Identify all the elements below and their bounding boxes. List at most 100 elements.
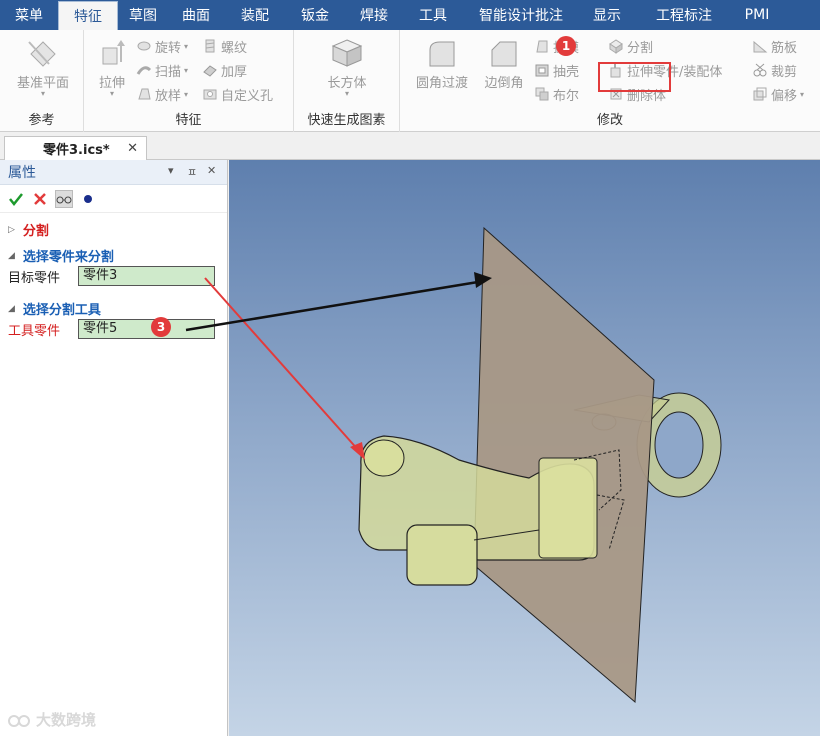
menu-sketch[interactable]: 草图 bbox=[118, 0, 168, 30]
datum-plane-button[interactable]: 基准平面 ▾ bbox=[12, 38, 74, 98]
tool-part-label: 工具零件 bbox=[8, 323, 61, 339]
chevron-down-icon: ▾ bbox=[184, 41, 189, 51]
menu-tools[interactable]: 工具 bbox=[404, 0, 462, 30]
fillet-icon bbox=[429, 41, 455, 67]
menu-assembly[interactable]: 装配 bbox=[224, 0, 286, 30]
fillet-label: 圆角过渡 bbox=[415, 76, 468, 91]
section-select-tool[interactable]: ◢ 选择分割工具 bbox=[8, 299, 101, 318]
tool-part-field[interactable]: 零件5 bbox=[78, 319, 215, 339]
chevron-down-icon: ▾ bbox=[40, 89, 45, 98]
menu-smart-annotation[interactable]: 智能设计批注 bbox=[462, 0, 580, 30]
datum-plane-icon bbox=[28, 41, 56, 67]
trim-icon bbox=[753, 63, 767, 77]
menu-surface[interactable]: 曲面 bbox=[168, 0, 224, 30]
tool-part-row: 工具零件 零件5 bbox=[8, 319, 218, 339]
sweep-icon bbox=[136, 66, 152, 75]
menu-display[interactable]: 显示 bbox=[580, 0, 634, 30]
annotation-badge-3: 3 bbox=[151, 317, 171, 337]
menu-pmi[interactable]: PMI bbox=[734, 0, 780, 30]
trim-button[interactable]: 裁剪 bbox=[752, 60, 797, 80]
model-scene bbox=[358, 226, 722, 704]
section-split[interactable]: ▷ 分割 bbox=[8, 220, 49, 239]
pin-icon[interactable]: ㅍ bbox=[187, 164, 197, 180]
collapse-arrow-icon: ◢ bbox=[8, 303, 15, 314]
custom-hole-button[interactable]: 自定义孔 bbox=[202, 84, 273, 104]
annotation-badge-1: 1 bbox=[556, 36, 576, 56]
target-part-field[interactable]: 零件3 bbox=[78, 266, 215, 286]
sweep-button[interactable]: 扫描 ▾ bbox=[136, 60, 188, 80]
offset-icon bbox=[753, 87, 767, 101]
rib-button[interactable]: 筋板 bbox=[752, 36, 797, 56]
close-icon[interactable]: ✕ bbox=[127, 141, 138, 156]
ribbon-group-feature: 拉伸 ▾ 旋转 ▾ 扫描 ▾ 放样 ▾ 螺纹 加厚 自定义孔 特征 bbox=[84, 30, 294, 132]
box-icon bbox=[331, 39, 363, 67]
shell-icon bbox=[535, 64, 549, 77]
extrude-icon bbox=[102, 40, 125, 65]
fillet-button[interactable]: 圆角过渡 bbox=[412, 38, 472, 91]
section-select-part-label: 选择零件来分割 bbox=[22, 250, 114, 265]
close-icon[interactable]: ✕ bbox=[207, 164, 216, 177]
extrude-button[interactable]: 拉伸 ▾ bbox=[92, 38, 132, 98]
property-panel: 属性 ▾ ㅍ ✕ ▷ 分割 ◢ 选择零件来分割 目标零件 零件3 ◢ 选择分割工… bbox=[0, 160, 228, 736]
panel-menu-icon[interactable]: ▾ bbox=[168, 164, 174, 177]
split-highlight-box bbox=[598, 62, 671, 92]
boolean-label: 布尔 bbox=[553, 88, 580, 104]
split-label: 分割 bbox=[627, 40, 654, 56]
target-part-row: 目标零件 零件3 bbox=[8, 266, 218, 286]
panel-title: 属性 bbox=[8, 165, 36, 181]
watermark: 大数跨境 bbox=[8, 709, 96, 730]
collapse-arrow-icon: ◢ bbox=[8, 250, 15, 261]
menu-file[interactable]: 菜单 bbox=[0, 0, 58, 30]
rib-icon bbox=[753, 40, 768, 53]
thicken-button[interactable]: 加厚 bbox=[202, 60, 247, 80]
watermark-logo-icon bbox=[8, 714, 30, 727]
target-part-label: 目标零件 bbox=[8, 270, 61, 286]
revolve-label: 旋转 bbox=[155, 40, 182, 56]
ribbon: 基准平面 ▾ 参考 拉伸 ▾ 旋转 ▾ 扫描 ▾ 放样 ▾ 螺纹 加厚 自定义孔… bbox=[0, 30, 820, 132]
trim-label: 裁剪 bbox=[771, 64, 798, 80]
offset-label: 偏移 bbox=[771, 88, 798, 104]
chevron-down-icon: ▾ bbox=[109, 89, 114, 98]
chevron-down-icon: ▾ bbox=[184, 65, 189, 75]
boolean-button[interactable]: 布尔 bbox=[534, 84, 579, 104]
box-button[interactable]: 长方体 ▾ bbox=[316, 38, 378, 98]
expand-arrow-icon: ▷ bbox=[8, 224, 15, 235]
ribbon-group-reference: 基准平面 ▾ 参考 bbox=[0, 30, 84, 132]
menu-bar: 菜单 特征 草图 曲面 装配 钣金 焊接 工具 智能设计批注 显示 工程标注 P… bbox=[0, 0, 820, 30]
confirm-icon[interactable] bbox=[7, 190, 25, 208]
section-select-part[interactable]: ◢ 选择零件来分割 bbox=[8, 246, 114, 265]
group-label-reference: 参考 bbox=[28, 113, 55, 128]
split-button[interactable]: 分割 bbox=[608, 36, 653, 56]
revolve-button[interactable]: 旋转 ▾ bbox=[136, 36, 188, 56]
cancel-icon[interactable] bbox=[31, 190, 49, 208]
chevron-down-icon: ▾ bbox=[800, 89, 805, 99]
chevron-down-icon: ▾ bbox=[344, 89, 349, 98]
menu-welding[interactable]: 焊接 bbox=[344, 0, 404, 30]
section-select-tool-label: 选择分割工具 bbox=[22, 303, 101, 318]
loft-button[interactable]: 放样 ▾ bbox=[136, 84, 188, 104]
custom-hole-label: 自定义孔 bbox=[221, 88, 274, 104]
shell-button[interactable]: 抽壳 bbox=[534, 60, 579, 80]
chevron-down-icon: ▾ bbox=[184, 89, 189, 99]
chamfer-icon bbox=[491, 41, 517, 67]
chamfer-button[interactable]: 边倒角 bbox=[480, 38, 528, 91]
ribbon-group-quick: 长方体 ▾ 快速生成图素 bbox=[294, 30, 400, 132]
offset-button[interactable]: 偏移 ▾ bbox=[752, 84, 804, 104]
tab-document-label: 零件3.ics* bbox=[43, 143, 110, 158]
menu-sheet-metal[interactable]: 钣金 bbox=[286, 0, 344, 30]
menu-feature[interactable]: 特征 bbox=[58, 1, 118, 30]
section-split-label: 分割 bbox=[22, 224, 49, 239]
preview-icon[interactable] bbox=[55, 189, 73, 208]
thread-icon bbox=[205, 39, 215, 53]
shell-label: 抽壳 bbox=[553, 64, 580, 80]
tab-document[interactable]: 零件3.ics* ✕ bbox=[4, 136, 147, 160]
dot-icon[interactable] bbox=[79, 190, 97, 208]
loft-label: 放样 bbox=[155, 88, 182, 104]
group-label-feature: 特征 bbox=[175, 113, 202, 128]
3d-viewport[interactable]: 2 bbox=[229, 160, 820, 736]
panel-toolbar bbox=[0, 185, 227, 213]
revolve-icon bbox=[137, 41, 151, 51]
thread-button[interactable]: 螺纹 bbox=[202, 36, 247, 56]
sweep-label: 扫描 bbox=[155, 64, 182, 80]
menu-engineering-dimension[interactable]: 工程标注 bbox=[634, 0, 734, 30]
